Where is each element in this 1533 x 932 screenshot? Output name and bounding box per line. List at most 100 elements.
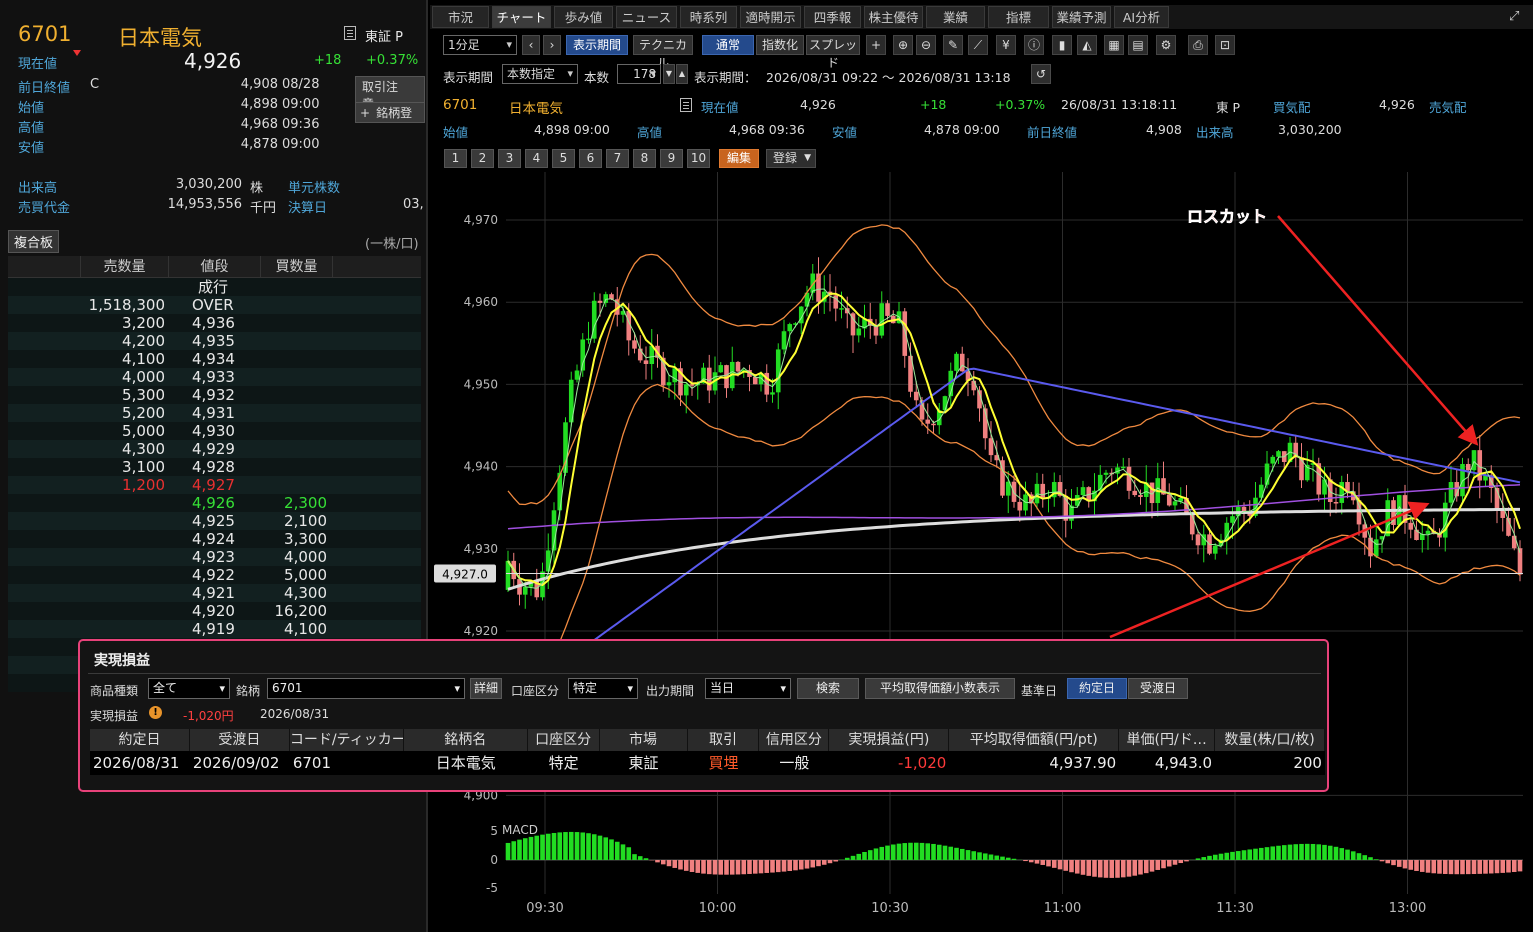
tab-5[interactable]: 適時開示 (740, 6, 801, 28)
area-chart-icon[interactable]: ◭ (1077, 35, 1097, 55)
pnl-col-header[interactable]: 信用区分 (759, 729, 830, 751)
zoom-in-icon[interactable]: ⊕ (893, 35, 913, 55)
pnl-col-header[interactable]: 数量(株/口/枚) (1215, 729, 1325, 751)
order-book-row[interactable]: 成行 (8, 278, 421, 296)
order-book-row[interactable]: 5,000 4,930 (8, 422, 421, 440)
pnl-table-row[interactable]: 2026/08/31 2026/09/02 6701 日本電気 特定 東証 買埋 一般 -1,0… (90, 751, 1325, 775)
print-icon[interactable]: ⎙ (1188, 35, 1208, 55)
spread-button[interactable]: スプレッド (806, 35, 860, 70)
count-input[interactable]: 178 (617, 64, 661, 84)
account-select[interactable]: 特定 (568, 678, 638, 699)
document-icon[interactable] (344, 26, 356, 40)
wrench-icon[interactable]: ⚙ (1156, 35, 1176, 55)
order-book-row[interactable]: 3,200 4,936 (8, 314, 421, 332)
order-book-row[interactable]: 3,100 4,928 (8, 458, 421, 476)
tab-3[interactable]: ニュース (616, 6, 677, 28)
detail-button[interactable]: 詳細 (470, 678, 502, 699)
tab-4[interactable]: 時系列 (680, 6, 737, 28)
preset-button-5[interactable]: 5 (552, 149, 575, 168)
period-select[interactable]: 当日 (705, 678, 791, 699)
tab-9[interactable]: 指標 (988, 6, 1049, 28)
pnl-col-header[interactable]: 受渡日 (190, 729, 290, 751)
warning-icon[interactable]: ! (149, 706, 162, 719)
pnl-col-header[interactable]: 市場 (600, 729, 688, 751)
order-book-row[interactable]: 4,000 4,933 (8, 368, 421, 386)
refresh-icon[interactable]: ↺ (1031, 64, 1051, 84)
technical-button[interactable]: テクニカル (633, 35, 693, 70)
preset-button-2[interactable]: 2 (471, 149, 494, 168)
pnl-col-header[interactable]: 単価(円/ド… (1119, 729, 1216, 751)
order-book-row[interactable]: 4,100 4,934 (8, 350, 421, 368)
tab-11[interactable]: AI分析 (1114, 6, 1169, 28)
order-book-row[interactable]: 4,200 4,935 (8, 332, 421, 350)
order-book-row[interactable]: 4,923 4,000 (8, 548, 421, 566)
order-book-row[interactable]: 5,300 4,932 (8, 386, 421, 404)
prev-arrow-button[interactable]: ‹ (522, 35, 540, 55)
pnl-col-header[interactable]: 実現損益(円) (829, 729, 950, 751)
next-arrow-button[interactable]: › (543, 35, 561, 55)
register-button[interactable]: 登録 ▼ (766, 149, 816, 168)
count-down-button[interactable]: ▼ (663, 64, 675, 84)
pnl-col-header[interactable]: 口座区分 (528, 729, 600, 751)
tab-2[interactable]: 歩み値 (554, 6, 613, 28)
draw-line-icon[interactable]: ⟋ (968, 35, 988, 55)
order-book-row[interactable]: 4,921 4,300 (8, 584, 421, 602)
decimal-display-button[interactable]: 平均取得価額小数表示 (865, 678, 1015, 699)
pnl-col-header[interactable]: 平均取得価額(円/pt) (949, 729, 1120, 751)
pnl-col-header[interactable]: コード/ティッカー (290, 729, 404, 751)
info-icon[interactable]: ⓘ (1024, 35, 1044, 55)
yen-icon[interactable]: ¥ (996, 35, 1016, 55)
order-book-row[interactable]: 4,919 4,100 (8, 620, 421, 638)
tab-8[interactable]: 業績 (926, 6, 985, 28)
settle-date-toggle[interactable]: 受渡日 (1128, 678, 1188, 699)
period-button[interactable]: 表示期間 (566, 35, 628, 55)
window-icon[interactable]: ⊡ (1215, 35, 1235, 55)
index-button[interactable]: 指数化 (756, 35, 804, 55)
search-button[interactable]: 検索 (797, 678, 859, 699)
document-icon[interactable] (680, 98, 692, 112)
grid-icon[interactable]: ▤ (1128, 35, 1148, 55)
expand-icon[interactable]: ⤢ (1509, 9, 1525, 25)
preset-button-4[interactable]: 4 (525, 149, 548, 168)
crosshair-icon[interactable]: + (866, 35, 886, 55)
pnl-col-header[interactable]: 銘柄名 (404, 729, 528, 751)
preset-button-3[interactable]: 3 (498, 149, 521, 168)
auto-icon[interactable]: ▦ (1104, 35, 1124, 55)
edit-button[interactable]: 編集 (719, 149, 759, 168)
preset-button-8[interactable]: 8 (633, 149, 656, 168)
order-book-row[interactable]: 1,518,300 OVER (8, 296, 421, 314)
normal-button[interactable]: 通常 (702, 35, 754, 55)
count-up-button[interactable]: ▲ (676, 64, 688, 84)
order-book-row[interactable]: 4,922 5,000 (8, 566, 421, 584)
tab-6[interactable]: 四季報 (804, 6, 861, 28)
tab-1[interactable]: チャート (492, 6, 551, 28)
zoom-out-icon[interactable]: ⊖ (916, 35, 936, 55)
pnl-col-header[interactable]: 取引 (688, 729, 760, 751)
board-tab[interactable]: 複合板 (8, 230, 60, 253)
price-chart[interactable]: 09:30 10:00 10:30 11:00 11:30 13:00 4,970 4,960… (430, 172, 1533, 932)
order-book-row[interactable]: 5,200 4,931 (8, 404, 421, 422)
symbol-select[interactable]: 6701 (267, 678, 465, 699)
order-book-row[interactable]: 4,920 16,200 (8, 602, 421, 620)
tab-7[interactable]: 株主優待 (864, 6, 923, 28)
tab-10[interactable]: 業績予測 (1052, 6, 1111, 28)
preset-button-6[interactable]: 6 (579, 149, 602, 168)
order-book-row[interactable]: 4,300 4,929 (8, 440, 421, 458)
order-book-row[interactable]: 4,926 2,300 (8, 494, 421, 512)
current-price: 4,926 (184, 49, 242, 73)
preset-button-1[interactable]: 1 (444, 149, 467, 168)
order-book-row[interactable]: 4,924 3,300 (8, 530, 421, 548)
tab-0[interactable]: 市況 (432, 6, 489, 28)
order-book-row[interactable]: 4,925 2,100 (8, 512, 421, 530)
pen-icon[interactable]: ✎ (943, 35, 963, 55)
preset-button-9[interactable]: 9 (660, 149, 683, 168)
period-mode-select[interactable]: 本数指定 (502, 64, 578, 84)
product-select[interactable]: 全て (148, 678, 230, 699)
interval-select[interactable]: 1分足 (443, 35, 517, 55)
preset-button-10[interactable]: 10 (687, 149, 710, 168)
preset-button-7[interactable]: 7 (606, 149, 629, 168)
order-book-row[interactable]: 1,200 4,927 (8, 476, 421, 494)
trade-date-toggle[interactable]: 約定日 (1067, 678, 1127, 699)
pnl-col-header[interactable]: 約定日 (90, 729, 190, 751)
volume-icon[interactable]: ▮ (1052, 35, 1072, 55)
